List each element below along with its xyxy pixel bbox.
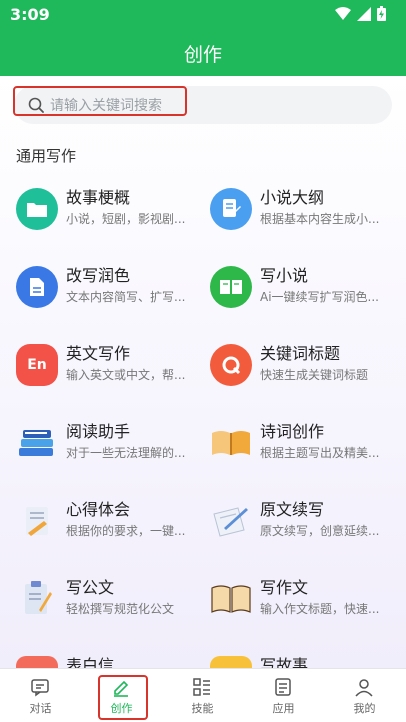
card-desc: 输入作文标题，快速...: [260, 602, 380, 616]
pen-icon: [114, 680, 129, 697]
tab-apps[interactable]: 应用: [243, 669, 324, 722]
chat-icon: [31, 679, 49, 697]
bottom-tab-bar: 对话 创作 技能 应用 我的: [0, 668, 406, 722]
card-desc: 原文续写，创意延续...: [260, 524, 380, 538]
books-stack-icon: [16, 422, 58, 464]
status-icons: [335, 6, 386, 21]
card-desc: 文本内容简写、扩写...: [66, 290, 186, 304]
document-icon: [16, 266, 58, 308]
card-desc: 输入英文或中文，帮...: [66, 368, 186, 382]
open-book-icon: [210, 422, 252, 464]
card-poetry-creation[interactable]: 诗词创作 根据主题写出及精美...: [210, 418, 400, 482]
card-title: 写小说: [260, 266, 309, 285]
card-keyword-title[interactable]: 关键词标题 快速生成关键词标题: [210, 340, 400, 404]
signal-icon: [357, 6, 371, 21]
card-desc: 轻松撰写规范化公文: [66, 602, 175, 616]
card-write-novel[interactable]: 写小说 Ai一键续写扩写润色...: [210, 262, 400, 326]
card-desc: 快速生成关键词标题: [260, 368, 369, 382]
card-love-letter[interactable]: 表白信: [16, 652, 206, 668]
tab-label: 我的: [353, 702, 376, 715]
profile-icon: [355, 679, 373, 697]
card-continue-text[interactable]: 原文续写 原文续写，创意延续...: [210, 496, 400, 560]
card-title: 诗词创作: [260, 422, 325, 441]
folder-icon: [16, 188, 58, 230]
card-desc: 根据主题写出及精美...: [260, 446, 380, 460]
card-official-document[interactable]: 写公文 轻松撰写规范化公文: [16, 574, 206, 638]
book-icon: [210, 578, 252, 620]
card-desc: 根据基本内容生成小...: [260, 212, 380, 226]
tab-label: 应用: [272, 702, 295, 715]
card-title: 小说大纲: [260, 188, 325, 207]
search-icon: [28, 97, 44, 113]
card-title: 阅读助手: [66, 422, 131, 441]
en-chat-icon: En: [16, 344, 58, 386]
tab-chat[interactable]: 对话: [0, 669, 81, 722]
card-title: 写作文: [260, 578, 309, 597]
card-title: 心得体会: [66, 500, 131, 519]
card-desc: Ai一键续写扩写润色...: [260, 290, 379, 304]
card-rewrite-polish[interactable]: 改写润色 文本内容简写、扩写...: [16, 262, 206, 326]
card-write-story[interactable]: 写故事: [210, 652, 400, 668]
app-header: 3:09 创作: [0, 0, 406, 76]
tab-profile[interactable]: 我的: [324, 669, 405, 722]
card-reading-assistant[interactable]: 阅读助手 对于一些无法理解的...: [16, 418, 206, 482]
card-reflection[interactable]: 心得体会 根据你的要求，一键...: [16, 496, 206, 560]
status-time: 3:09: [10, 5, 50, 24]
content-area[interactable]: 请输入关键词搜索 通用写作 故事梗概 小说，短剧，影视剧... 小说大纲 根据基…: [0, 76, 406, 668]
skills-icon: [193, 678, 210, 696]
battery-icon: [377, 6, 386, 21]
tab-label: 对话: [29, 702, 52, 715]
card-title: 改写润色: [66, 266, 131, 285]
card-title: 关键词标题: [260, 344, 341, 363]
card-title: 原文续写: [260, 500, 325, 519]
card-title: 英文写作: [66, 344, 131, 363]
tab-create[interactable]: 创作: [81, 669, 162, 722]
card-title: 写公文: [66, 578, 115, 597]
story-icon: [210, 656, 252, 668]
book-open-icon: [210, 266, 252, 308]
apps-icon: [275, 678, 291, 696]
clipboard-pen-icon: [16, 578, 58, 620]
q-icon: [210, 344, 252, 386]
document-edit-icon: [210, 188, 252, 230]
page-title: 创作: [183, 44, 222, 66]
tab-label: 技能: [191, 702, 214, 715]
wifi-icon: [335, 6, 351, 20]
card-title: 写故事: [260, 656, 309, 668]
card-story-summary[interactable]: 故事梗概 小说，短剧，影视剧...: [16, 184, 206, 248]
section-title: 通用写作: [16, 147, 77, 165]
card-title: 表白信: [66, 656, 115, 668]
tab-label: 创作: [110, 702, 133, 715]
card-desc: 小说，短剧，影视剧...: [66, 212, 186, 226]
notebook-pen-icon: [210, 500, 252, 542]
card-desc: 根据你的要求，一键...: [66, 524, 186, 538]
card-title: 故事梗概: [66, 188, 131, 207]
status-bar: 3:09: [0, 0, 406, 28]
writing-pad-icon: [16, 500, 58, 542]
card-essay[interactable]: 写作文 输入作文标题，快速...: [210, 574, 400, 638]
search-input[interactable]: 请输入关键词搜索: [50, 95, 162, 115]
card-desc: 对于一些无法理解的...: [66, 446, 186, 460]
search-bar[interactable]: 请输入关键词搜索: [14, 86, 392, 124]
card-novel-outline[interactable]: 小说大纲 根据基本内容生成小...: [210, 184, 400, 248]
tab-skills[interactable]: 技能: [162, 669, 243, 722]
heart-letter-icon: [16, 656, 58, 668]
card-english-writing[interactable]: En 英文写作 输入英文或中文，帮...: [16, 340, 206, 404]
